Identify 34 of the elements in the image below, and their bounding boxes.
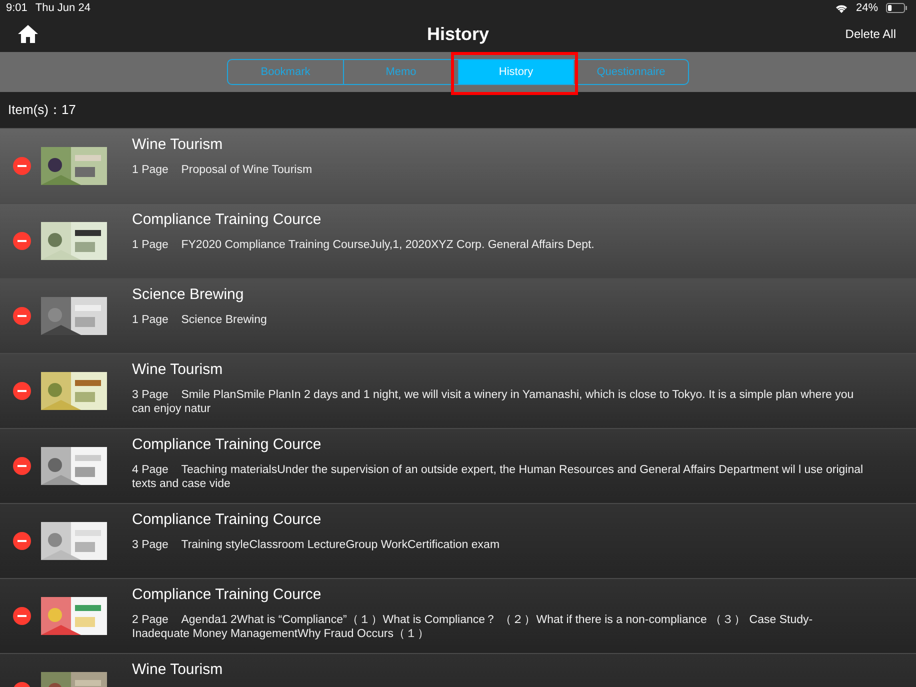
delete-all-button[interactable]: Delete All [845, 27, 896, 41]
wifi-icon [834, 3, 848, 13]
document-title: Compliance Training Cource [132, 511, 322, 528]
home-icon[interactable] [18, 25, 38, 43]
tab[interactable]: Questionnaire [573, 60, 688, 84]
document-summary: 3 Page Smile PlanSmile PlanIn 2 days and 1 night, we will visit a winery in Yamanashi, which is close to Tokyo. It is a simple plan where you can enjoy natur [132, 388, 855, 416]
delete-icon[interactable] [13, 157, 31, 175]
delete-icon[interactable] [13, 607, 31, 625]
item-count: Item(s)：17 [8, 101, 76, 119]
document-summary: 3 Page Training styleClassroom LectureGroup WorkCertification exam [132, 538, 501, 552]
document-title: Compliance Training Cource [132, 586, 322, 603]
document-summary: 4 Page Teaching materialsUnder the supervision of an outside expert, the Human Resources and General Affairs Department wil l use original texts and case vide [132, 463, 864, 491]
tab[interactable]: Bookmark [228, 60, 343, 84]
tab[interactable]: History [458, 60, 573, 84]
battery-percent: 24% [856, 2, 878, 14]
document-summary: 2 Page Agenda1 2What is “Compliance”（１）What is Compliance？ （２）What if there is a non-compliance （３） Case Study-Inadequate Money ManagementWhy Fraud Occurs（１） [132, 613, 814, 641]
document-title: Science Brewing [132, 286, 245, 303]
document-title: Wine Tourism [132, 661, 224, 678]
document-title: Compliance Training Cource [132, 436, 322, 453]
delete-icon[interactable] [13, 232, 31, 250]
battery-icon [886, 3, 908, 13]
delete-icon[interactable] [13, 382, 31, 400]
document-title: Wine Tourism [132, 361, 224, 378]
document-summary: 1 Page Science Brewing [132, 313, 268, 327]
delete-icon[interactable] [13, 457, 31, 475]
document-title: Wine Tourism [132, 136, 224, 153]
status-date: Thu Jun 24 [35, 2, 90, 14]
document-title: Compliance Training Cource [132, 211, 322, 228]
document-summary: 1 Page FY2020 Compliance Training CourseJuly,1, 2020XYZ Corp. General Affairs Dept. [132, 238, 596, 252]
status-time: 9:01 [6, 2, 28, 14]
screen-title: History [426, 24, 489, 44]
delete-icon[interactable] [13, 307, 31, 325]
document-summary: 1 Page Proposal of Wine Tourism [132, 163, 314, 177]
delete-icon[interactable] [13, 532, 31, 550]
